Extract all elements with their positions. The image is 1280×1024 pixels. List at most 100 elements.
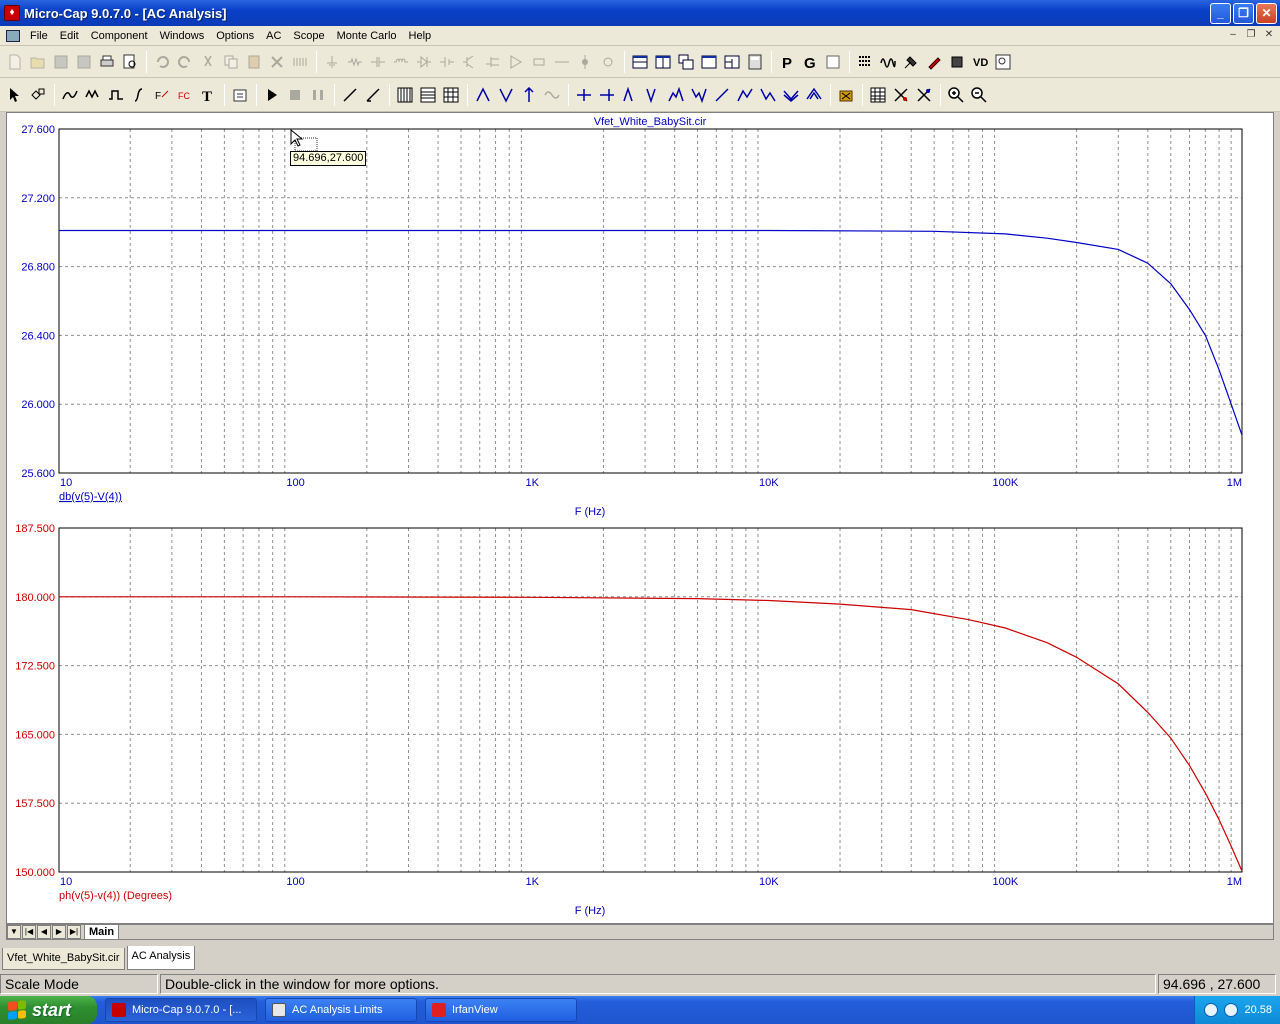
series-line[interactable] xyxy=(59,229,1243,436)
cut-icon[interactable] xyxy=(197,51,219,73)
run-icon[interactable] xyxy=(261,84,283,106)
network-icon[interactable] xyxy=(1224,1003,1239,1017)
go-to-x-icon[interactable] xyxy=(835,84,857,106)
sheet-first-icon[interactable]: |◀ xyxy=(22,925,36,939)
peak-left-icon[interactable] xyxy=(619,84,641,106)
menu-windows[interactable]: Windows xyxy=(154,27,211,45)
opamp-icon[interactable] xyxy=(505,51,527,73)
cursor-high-icon[interactable] xyxy=(518,84,540,106)
npn-icon[interactable] xyxy=(459,51,481,73)
cursor-peak-icon[interactable] xyxy=(472,84,494,106)
undo-icon[interactable] xyxy=(151,51,173,73)
tag-point-icon[interactable] xyxy=(890,84,912,106)
diode-icon[interactable] xyxy=(413,51,435,73)
cursor-right-icon[interactable] xyxy=(596,84,618,106)
start-button[interactable]: start xyxy=(0,996,97,1024)
zoom-in-icon[interactable] xyxy=(945,84,967,106)
redo-icon[interactable] xyxy=(174,51,196,73)
waveform-icon[interactable] xyxy=(877,51,899,73)
window-icon[interactable] xyxy=(698,51,720,73)
new-file-icon[interactable] xyxy=(4,51,26,73)
restore-button[interactable]: ❐ xyxy=(1233,3,1254,24)
text-tool-icon[interactable]: T xyxy=(197,84,219,106)
peak-icon[interactable] xyxy=(665,84,687,106)
menu-scope[interactable]: Scope xyxy=(287,27,330,45)
chip-icon[interactable] xyxy=(946,51,968,73)
task-microcap[interactable]: Micro-Cap 9.0.7.0 - [... xyxy=(105,998,257,1022)
minor-grid-icon[interactable] xyxy=(417,84,439,106)
probe-icon[interactable] xyxy=(597,51,619,73)
probe-tool-icon[interactable] xyxy=(900,51,922,73)
vd-icon[interactable]: VD xyxy=(969,51,991,73)
series-line[interactable] xyxy=(59,596,1243,872)
wire-icon[interactable] xyxy=(551,51,573,73)
save-icon[interactable] xyxy=(50,51,72,73)
plot-window[interactable]: Vfet_White_BabySit.cir 27.600 27.200 26.80… xyxy=(6,112,1274,924)
sheet-tab-main[interactable]: Main xyxy=(84,924,120,940)
zoom-out-icon[interactable] xyxy=(968,84,990,106)
select-all-icon[interactable] xyxy=(289,51,311,73)
graph-icon[interactable] xyxy=(59,84,81,106)
inductor-icon[interactable] xyxy=(390,51,412,73)
menu-file[interactable]: File xyxy=(24,27,54,45)
grid-icon[interactable] xyxy=(394,84,416,106)
ac-analysis-plot[interactable]: Vfet_White_BabySit.cir 27.600 27.200 26.80… xyxy=(7,113,1273,923)
inflection-icon[interactable] xyxy=(780,84,802,106)
close-button[interactable]: ✕ xyxy=(1256,3,1277,24)
pulse-icon[interactable] xyxy=(105,84,127,106)
split-window-icon[interactable] xyxy=(721,51,743,73)
cascade-icon[interactable] xyxy=(675,51,697,73)
global-high-icon[interactable] xyxy=(734,84,756,106)
cursor-low-icon[interactable] xyxy=(541,84,563,106)
select-arrow-icon[interactable] xyxy=(4,84,26,106)
p-key-icon[interactable]: P xyxy=(776,51,798,73)
numeric-output-icon[interactable] xyxy=(854,51,876,73)
paste-icon[interactable] xyxy=(243,51,265,73)
menu-help[interactable]: Help xyxy=(403,27,438,45)
title-bar[interactable]: ♦ Micro-Cap 9.0.7.0 - [AC Analysis] _ ❐ … xyxy=(0,0,1280,26)
tile-horizontal-icon[interactable] xyxy=(629,51,651,73)
open-folder-icon[interactable] xyxy=(27,51,49,73)
menu-ac[interactable]: AC xyxy=(260,27,287,45)
delete-icon[interactable] xyxy=(266,51,288,73)
task-irfanview[interactable]: IrfanView xyxy=(425,998,577,1022)
pause-icon[interactable] xyxy=(307,84,329,106)
y-axis-label[interactable]: ph(v(5)-v(4)) (Degrees) xyxy=(59,890,172,902)
zoom-window-icon[interactable] xyxy=(992,51,1014,73)
menu-monte-carlo[interactable]: Monte Carlo xyxy=(331,27,403,45)
valley-right-icon[interactable] xyxy=(642,84,664,106)
task-ac-limits[interactable]: AC Analysis Limits xyxy=(265,998,417,1022)
minimize-button[interactable]: _ xyxy=(1210,3,1231,24)
global-low-icon[interactable] xyxy=(757,84,779,106)
wave-icon[interactable] xyxy=(82,84,104,106)
formula-icon[interactable]: F xyxy=(151,84,173,106)
gain-plot-panel[interactable]: 27.600 27.200 26.800 26.400 26.000 25.600 10 10… xyxy=(21,124,1243,518)
cursor-left-icon[interactable] xyxy=(573,84,595,106)
resistor-icon[interactable] xyxy=(344,51,366,73)
tile-vertical-icon[interactable] xyxy=(652,51,674,73)
mdi-restore-icon[interactable]: ❐ xyxy=(1244,28,1258,42)
sheet-prev-icon[interactable]: ◀ xyxy=(37,925,51,939)
line-draw-icon[interactable] xyxy=(339,84,361,106)
go-to-icon[interactable] xyxy=(803,84,825,106)
copy-icon[interactable] xyxy=(220,51,242,73)
stop-icon[interactable] xyxy=(284,84,306,106)
document-icon[interactable] xyxy=(6,29,20,42)
phase-plot-panel[interactable]: 187.500 180.000 172.500 165.000 157.500 150.0… xyxy=(15,523,1243,917)
calculator-icon[interactable] xyxy=(744,51,766,73)
sheet-last-icon[interactable]: ▶| xyxy=(67,925,81,939)
function-icon[interactable] xyxy=(128,84,150,106)
mdi-minimize-icon[interactable]: – xyxy=(1226,28,1240,42)
tray-expand-icon[interactable] xyxy=(1204,1003,1219,1017)
print-preview-icon[interactable] xyxy=(119,51,141,73)
pen-icon[interactable] xyxy=(923,51,945,73)
print-icon[interactable] xyxy=(96,51,118,73)
doc-tab-ac-analysis[interactable]: AC Analysis xyxy=(126,946,196,970)
sheet-next-icon[interactable]: ▶ xyxy=(52,925,66,939)
y-axis-label[interactable]: db(v(5)-V(4)) xyxy=(59,491,122,503)
doc-tab-circuit[interactable]: Vfet_White_BabySit.cir xyxy=(2,948,125,970)
node-icon[interactable] xyxy=(574,51,596,73)
battery-icon[interactable] xyxy=(436,51,458,73)
table-icon[interactable] xyxy=(867,84,889,106)
mdi-close-icon[interactable]: ✕ xyxy=(1262,28,1276,42)
